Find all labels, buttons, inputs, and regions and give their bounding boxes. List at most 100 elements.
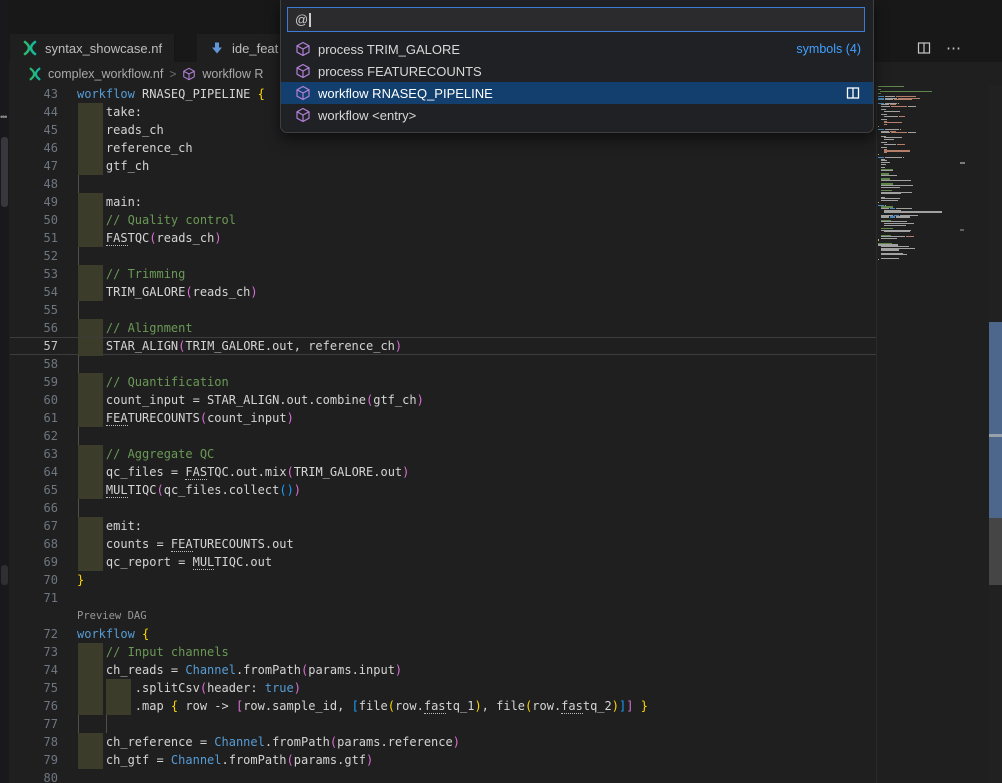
code-line[interactable]: 49 main: [10, 193, 876, 211]
code-line[interactable]: 64 qc_files = FASTQC.out.mix(TRIM_GALORE… [10, 463, 876, 481]
line-number[interactable]: 52 [10, 247, 58, 265]
code-line[interactable]: 62 [10, 427, 876, 445]
breadcrumb-symbol[interactable]: workflow R [202, 67, 263, 81]
code-line[interactable]: 52 [10, 247, 876, 265]
code-line[interactable]: 79 ch_gtf = Channel.fromPath(params.gtf) [10, 751, 876, 769]
code-line[interactable]: 47 gtf_ch [10, 157, 876, 175]
line-number[interactable]: 68 [10, 535, 58, 553]
line-number[interactable]: 67 [10, 517, 58, 535]
code-line[interactable]: 71 [10, 589, 876, 607]
line-number[interactable]: 69 [10, 553, 58, 571]
line-number[interactable]: 73 [10, 643, 58, 661]
line-number[interactable]: 49 [10, 193, 58, 211]
quickpick-item[interactable]: process FEATURECOUNTS [281, 60, 873, 82]
line-number[interactable]: 51 [10, 229, 58, 247]
code-line[interactable]: 70} [10, 571, 876, 589]
line-number[interactable]: 47 [10, 157, 58, 175]
split-editor-icon[interactable] [916, 40, 932, 56]
code-line[interactable]: 46 reference_ch [10, 139, 876, 157]
breadcrumb-file[interactable]: complex_workflow.nf [48, 67, 163, 81]
line-number[interactable]: 60 [10, 391, 58, 409]
code-line[interactable]: 63 // Aggregate QC [10, 445, 876, 463]
more-actions-icon[interactable]: ⋯ [946, 39, 962, 57]
quickpick-item[interactable]: process TRIM_GALORE symbols (4) [281, 38, 873, 60]
code-text: STAR_ALIGN(TRIM_GALORE.out, reference_ch… [77, 338, 402, 354]
code-line[interactable]: 76 .map { row -> [row.sample_id, [file(r… [10, 697, 876, 715]
left-edge-strip: ••• [0, 0, 9, 783]
line-number[interactable]: 80 [10, 769, 58, 783]
line-number[interactable]: 62 [10, 427, 58, 445]
code-line[interactable]: 57 STAR_ALIGN(TRIM_GALORE.out, reference… [10, 337, 876, 355]
line-number[interactable]: 58 [10, 355, 58, 373]
code-line[interactable]: 65 MULTIQC(qc_files.collect()) [10, 481, 876, 499]
code-line[interactable]: 74 ch_reads = Channel.fromPath(params.in… [10, 661, 876, 679]
line-number[interactable]: 74 [10, 661, 58, 679]
minimap-line [894, 99, 912, 100]
line-number[interactable]: 57 [10, 338, 58, 354]
code-line[interactable]: 73 // Input channels [10, 643, 876, 661]
tab-syntax-showcase[interactable]: syntax_showcase.nf [10, 34, 175, 62]
quickpick-input[interactable]: @ [287, 7, 865, 32]
minimap[interactable] [878, 86, 966, 783]
line-number[interactable]: 43 [10, 85, 58, 103]
line-number[interactable]: 45 [10, 121, 58, 139]
code-line[interactable]: 54 TRIM_GALORE(reads_ch) [10, 283, 876, 301]
line-number[interactable]: 79 [10, 751, 58, 769]
code-line[interactable]: 59 // Quantification [10, 373, 876, 391]
line-number[interactable]: 61 [10, 409, 58, 427]
line-number[interactable]: 48 [10, 175, 58, 193]
codelens-preview-dag[interactable]: Preview DAG [77, 607, 147, 625]
line-number[interactable]: 71 [10, 589, 58, 607]
item-label: process TRIM_GALORE [318, 42, 460, 57]
line-number[interactable]: 76 [10, 697, 58, 715]
line-number[interactable]: 64 [10, 463, 58, 481]
line-number[interactable]: 78 [10, 733, 58, 751]
code-line[interactable]: 48 [10, 175, 876, 193]
code-line[interactable]: 66 [10, 499, 876, 517]
line-number[interactable]: 77 [10, 715, 58, 733]
code-line[interactable]: 78 ch_reference = Channel.fromPath(param… [10, 733, 876, 751]
scrollbar-slider[interactable] [989, 518, 1002, 585]
code-line[interactable]: 68 counts = FEATURECOUNTS.out [10, 535, 876, 553]
code-editor[interactable]: 43workflow RNASEQ_PIPELINE {44 take:45 r… [10, 85, 876, 783]
line-number[interactable]: 55 [10, 301, 58, 319]
line-number[interactable]: 72 [10, 625, 58, 643]
quickpick-item[interactable]: workflow RNASEQ_PIPELINE [281, 82, 873, 104]
code-line[interactable]: 50 // Quality control [10, 211, 876, 229]
quickpick-item[interactable]: workflow <entry> [281, 104, 873, 126]
code-line[interactable]: 72workflow { [10, 625, 876, 643]
code-line[interactable]: 67 emit: [10, 517, 876, 535]
line-number[interactable]: 44 [10, 103, 58, 121]
left-scroll-handle[interactable] [1, 137, 8, 207]
line-number[interactable]: 53 [10, 265, 58, 283]
line-number[interactable]: 46 [10, 139, 58, 157]
code-line[interactable]: 60 count_input = STAR_ALIGN.out.combine(… [10, 391, 876, 409]
code-line[interactable]: 58 [10, 355, 876, 373]
code-line[interactable]: 55 [10, 301, 876, 319]
line-number[interactable]: 66 [10, 499, 58, 517]
line-number[interactable]: 65 [10, 481, 58, 499]
code-line[interactable]: 53 // Trimming [10, 265, 876, 283]
code-line[interactable]: 61 FEATURECOUNTS(count_input) [10, 409, 876, 427]
line-number[interactable]: 59 [10, 373, 58, 391]
line-number[interactable]: 70 [10, 571, 58, 589]
scrollbar-track[interactable] [989, 85, 1002, 783]
item-meta-symbols[interactable]: symbols (4) [796, 42, 861, 56]
code-line[interactable]: 75 .splitCsv(header: true) [10, 679, 876, 697]
left-scroll-handle[interactable] [1, 565, 8, 585]
code-line[interactable]: 80 [10, 769, 876, 783]
minimap-line [884, 111, 900, 112]
minimap-line [881, 216, 889, 217]
code-text: .splitCsv(header: true) [77, 679, 301, 697]
code-line[interactable]: 56 // Alignment [10, 319, 876, 337]
code-line[interactable]: 69 qc_report = MULTIQC.out [10, 553, 876, 571]
split-editor-icon[interactable] [845, 85, 861, 101]
line-number[interactable]: 63 [10, 445, 58, 463]
line-number[interactable]: 50 [10, 211, 58, 229]
code-line[interactable]: 51 FASTQC(reads_ch) [10, 229, 876, 247]
line-number[interactable]: 54 [10, 283, 58, 301]
code-line[interactable]: 77 [10, 715, 876, 733]
overflow-dots-icon[interactable]: ••• [0, 112, 6, 122]
line-number[interactable]: 75 [10, 679, 58, 697]
line-number[interactable]: 56 [10, 319, 58, 337]
